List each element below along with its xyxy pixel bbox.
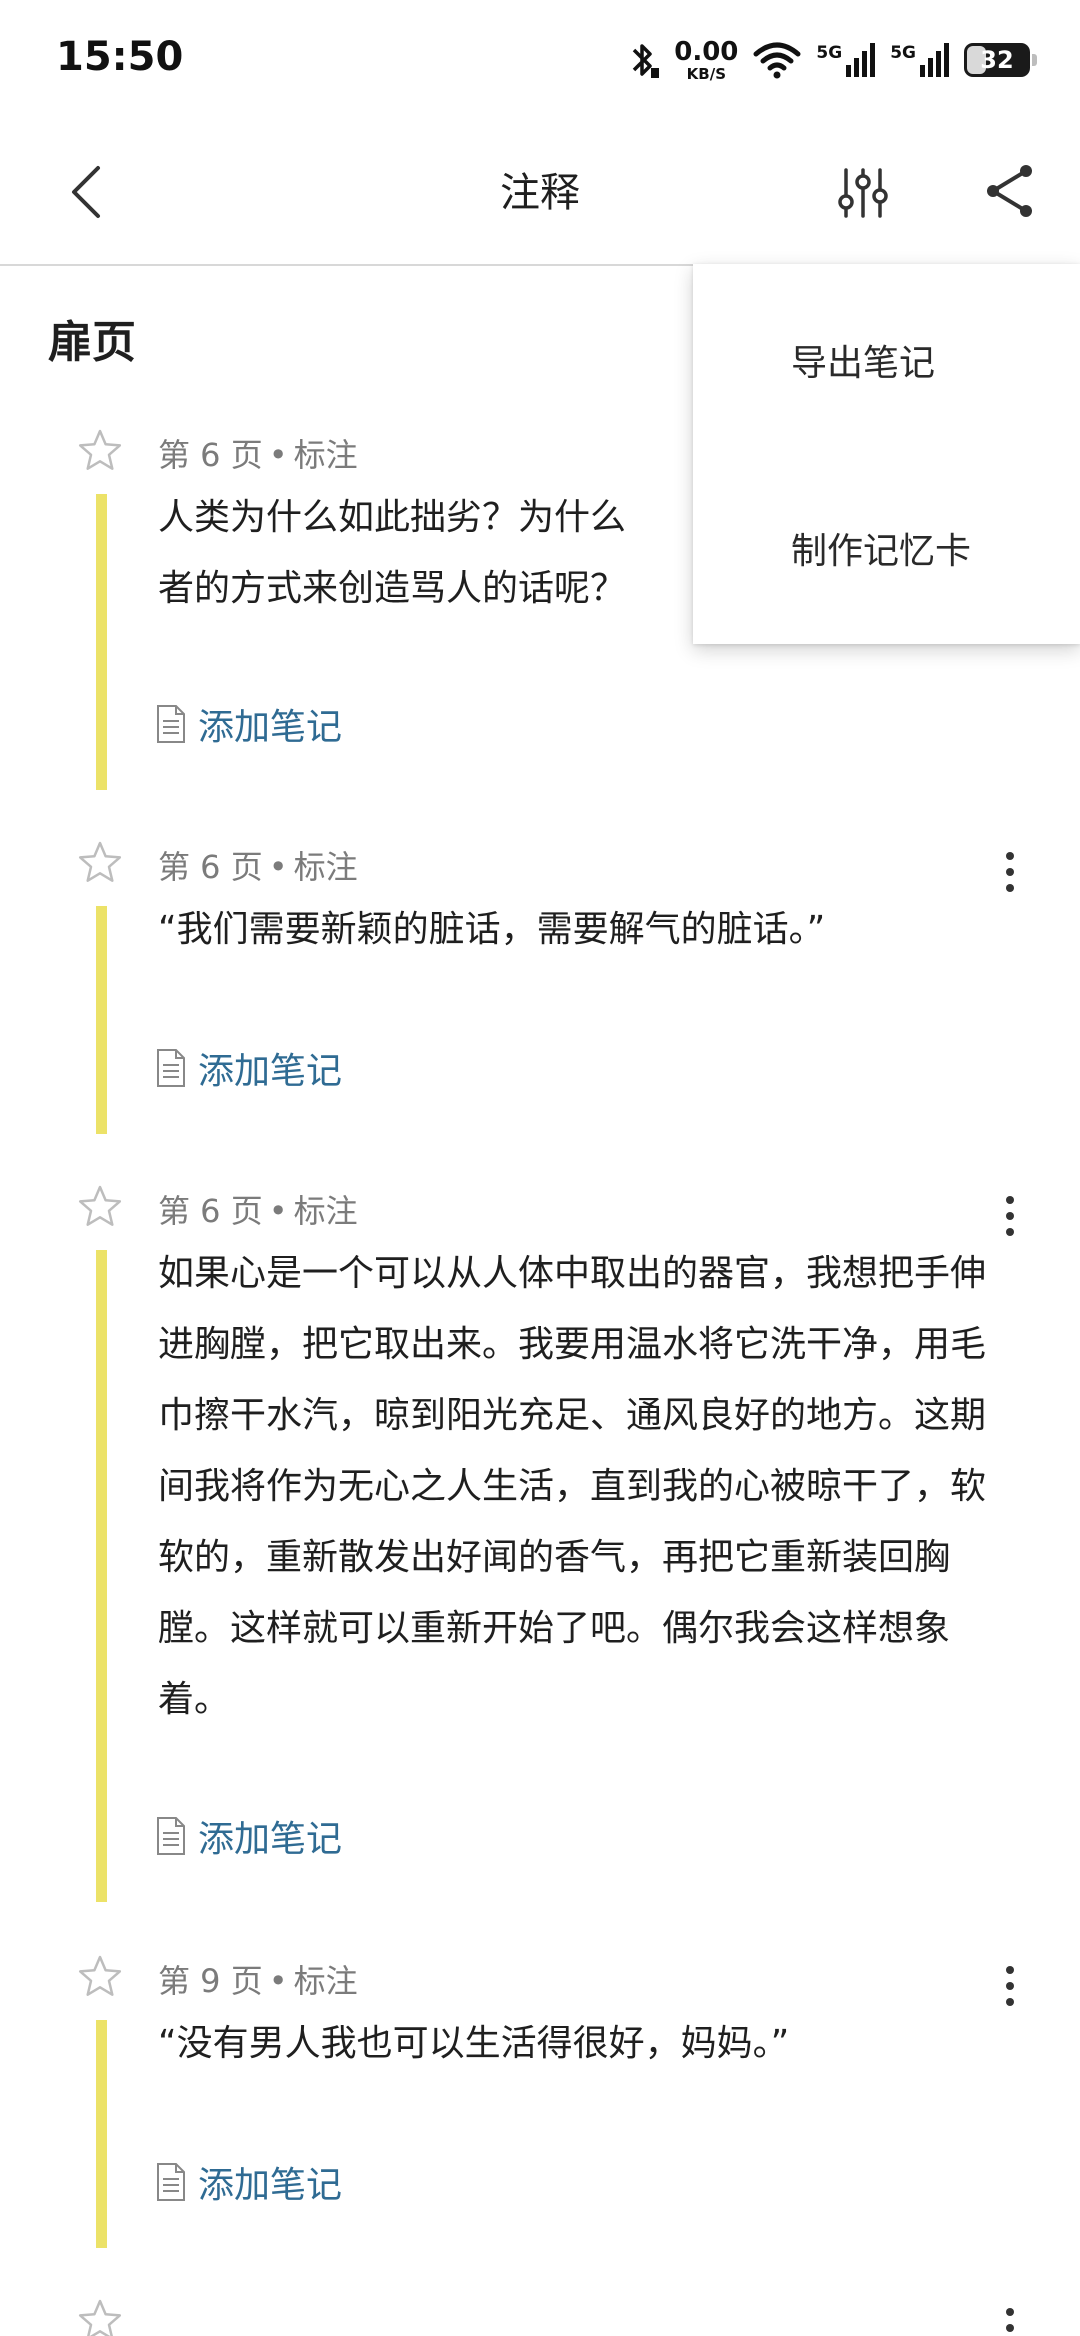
net-speed-value: 0.00 (674, 36, 739, 67)
net-speed-unit: KB/S (686, 64, 726, 83)
sliders-icon (838, 168, 888, 218)
annotation-item: 第 6 页 • 标注 “我们需要新颖的脏话，需要解气的脏话。” 添加笔记 (0, 832, 1080, 1142)
net-speed: 0.00 KB/S (674, 39, 738, 82)
more-options-button[interactable] (990, 842, 1030, 902)
section-title: 扉页 (48, 317, 136, 368)
add-note-label: 添加笔记 (198, 1051, 343, 1092)
signal-2: 5G (890, 43, 950, 77)
more-options-button[interactable] (990, 1956, 1030, 2016)
highlight-bar (96, 906, 107, 1134)
wifi-icon (753, 42, 801, 79)
network-type-2: 5G (890, 43, 916, 63)
status-icons: 0.00 KB/S 5G 5G 32 (626, 32, 1037, 88)
highlight-bar (96, 2020, 107, 2248)
annotation-kind: 标注 (293, 1192, 358, 1230)
network-type-1: 5G (816, 43, 843, 63)
star-icon[interactable] (78, 1184, 122, 1228)
add-note-button[interactable]: 添加笔记 (156, 1810, 342, 1862)
annotation-meta: 第 6 页 • 标注 (158, 1186, 358, 1232)
share-button[interactable] (976, 158, 1042, 224)
annotation-page: 第 6 页 (158, 436, 263, 474)
meta-separator: • (268, 1192, 288, 1230)
more-dot (1006, 884, 1014, 892)
more-dot (1006, 2324, 1014, 2332)
signal-icon (920, 43, 949, 77)
note-icon (157, 1817, 185, 1855)
bluetooth-icon (633, 44, 660, 78)
meta-separator: • (268, 848, 288, 886)
more-dot (1006, 868, 1014, 876)
overflow-menu: 导出笔记 制作记忆卡 (693, 264, 1080, 644)
annotation-text[interactable]: 人类为什么如此拙劣？为什么 者的方式来创造骂人的话呢？ (158, 482, 688, 624)
more-dot (1006, 1212, 1014, 1220)
add-note-label: 添加笔记 (198, 1819, 343, 1860)
more-dot (1006, 1228, 1014, 1236)
more-dot (1006, 1998, 1014, 2006)
star-icon[interactable] (78, 428, 122, 472)
annotation-text[interactable]: 如果心是一个可以从人体中取出的器官，我想把手伸进胸膛，把它取出来。我要用温水将它… (158, 1238, 1006, 1735)
share-icon (987, 165, 1032, 217)
more-dot (1006, 2308, 1014, 2316)
page-title: 注释 (500, 170, 580, 216)
more-dot (1006, 852, 1014, 860)
more-dot (1006, 1196, 1014, 1204)
annotation-item-partial (0, 2290, 1080, 2336)
annotation-meta: 第 6 页 • 标注 (158, 842, 358, 888)
meta-separator: • (268, 1962, 288, 2000)
annotation-meta: 第 6 页 • 标注 (158, 430, 358, 476)
annotation-page: 第 6 页 (158, 1192, 263, 1230)
annotation-text[interactable]: “我们需要新颖的脏话，需要解气的脏话。” (158, 894, 1008, 965)
more-dot (1006, 1982, 1014, 1990)
clock: 15:50 (56, 34, 184, 80)
menu-item-make-flashcards[interactable]: 制作记忆卡 (791, 522, 971, 574)
add-note-button[interactable]: 添加笔记 (156, 698, 342, 750)
annotation-meta: 第 9 页 • 标注 (158, 1956, 358, 2002)
status-bar: 15:50 0.00 KB/S 5G 5G 32 (0, 0, 1080, 120)
note-icon (157, 2163, 185, 2201)
more-dot (1006, 1966, 1014, 1974)
highlight-bar (96, 494, 107, 790)
annotation-kind: 标注 (293, 848, 358, 886)
note-icon (157, 1049, 185, 1087)
annotation-text[interactable]: “没有男人我也可以生活得很好，妈妈。” (158, 2008, 1008, 2079)
more-options-button[interactable] (990, 2298, 1030, 2336)
app-bar: 注释 (0, 120, 1080, 266)
signal-icon (846, 43, 876, 77)
meta-separator: • (268, 436, 288, 474)
annotation-kind: 标注 (293, 1962, 358, 2000)
add-note-label: 添加笔记 (198, 707, 343, 748)
star-icon[interactable] (78, 840, 122, 884)
annotation-kind: 标注 (293, 436, 358, 474)
menu-item-export-notes[interactable]: 导出笔记 (791, 334, 935, 386)
star-icon[interactable] (78, 1954, 122, 1998)
battery-icon: 32 (964, 43, 1037, 77)
add-note-label: 添加笔记 (198, 2165, 343, 2206)
note-icon (157, 705, 185, 743)
add-note-button[interactable]: 添加笔记 (156, 2156, 342, 2208)
battery-level: 32 (980, 46, 1014, 74)
annotation-page: 第 6 页 (158, 848, 263, 886)
filter-button[interactable] (830, 160, 896, 226)
more-options-button[interactable] (990, 1186, 1030, 1246)
add-note-button[interactable]: 添加笔记 (156, 1042, 342, 1094)
signal-1: 5G (816, 43, 876, 77)
annotation-item: 第 6 页 • 标注 如果心是一个可以从人体中取出的器官，我想把手伸进胸膛，把它取出… (0, 1176, 1080, 1916)
annotation-item: 第 9 页 • 标注 “没有男人我也可以生活得很好，妈妈。” 添加笔记 (0, 1946, 1080, 2256)
star-icon[interactable] (78, 2298, 122, 2336)
annotation-page: 第 9 页 (158, 1962, 263, 2000)
highlight-bar (96, 1250, 107, 1902)
